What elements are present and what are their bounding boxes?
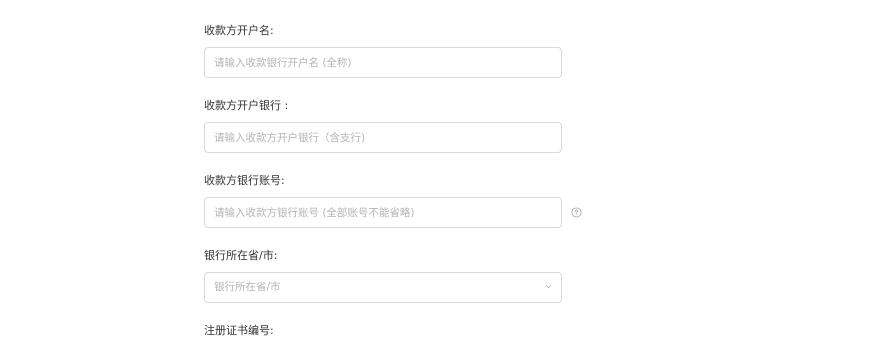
account-number-input[interactable] <box>205 198 544 227</box>
bank-name-input-box[interactable] <box>204 122 562 153</box>
chevron-down-icon <box>545 284 552 289</box>
bank-region-select[interactable]: 银行所在省/市 <box>204 272 562 303</box>
bank-name-input[interactable] <box>205 123 544 152</box>
bank-region-label: 银行所在省/市: <box>204 249 278 262</box>
account-name-label: 收款方开户名: <box>204 24 274 37</box>
bank-name-label: 收款方开户银行 : <box>204 99 289 112</box>
question-circle-icon[interactable] <box>571 207 582 218</box>
account-number-input-box[interactable] <box>204 197 562 228</box>
account-number-label: 收款方银行账号: <box>204 174 285 187</box>
bank-region-select-value: 银行所在省/市 <box>214 281 281 293</box>
account-name-input-box[interactable] <box>204 47 562 78</box>
registration-number-label: 注册证书编号: <box>204 324 274 337</box>
account-name-input[interactable] <box>205 48 544 77</box>
